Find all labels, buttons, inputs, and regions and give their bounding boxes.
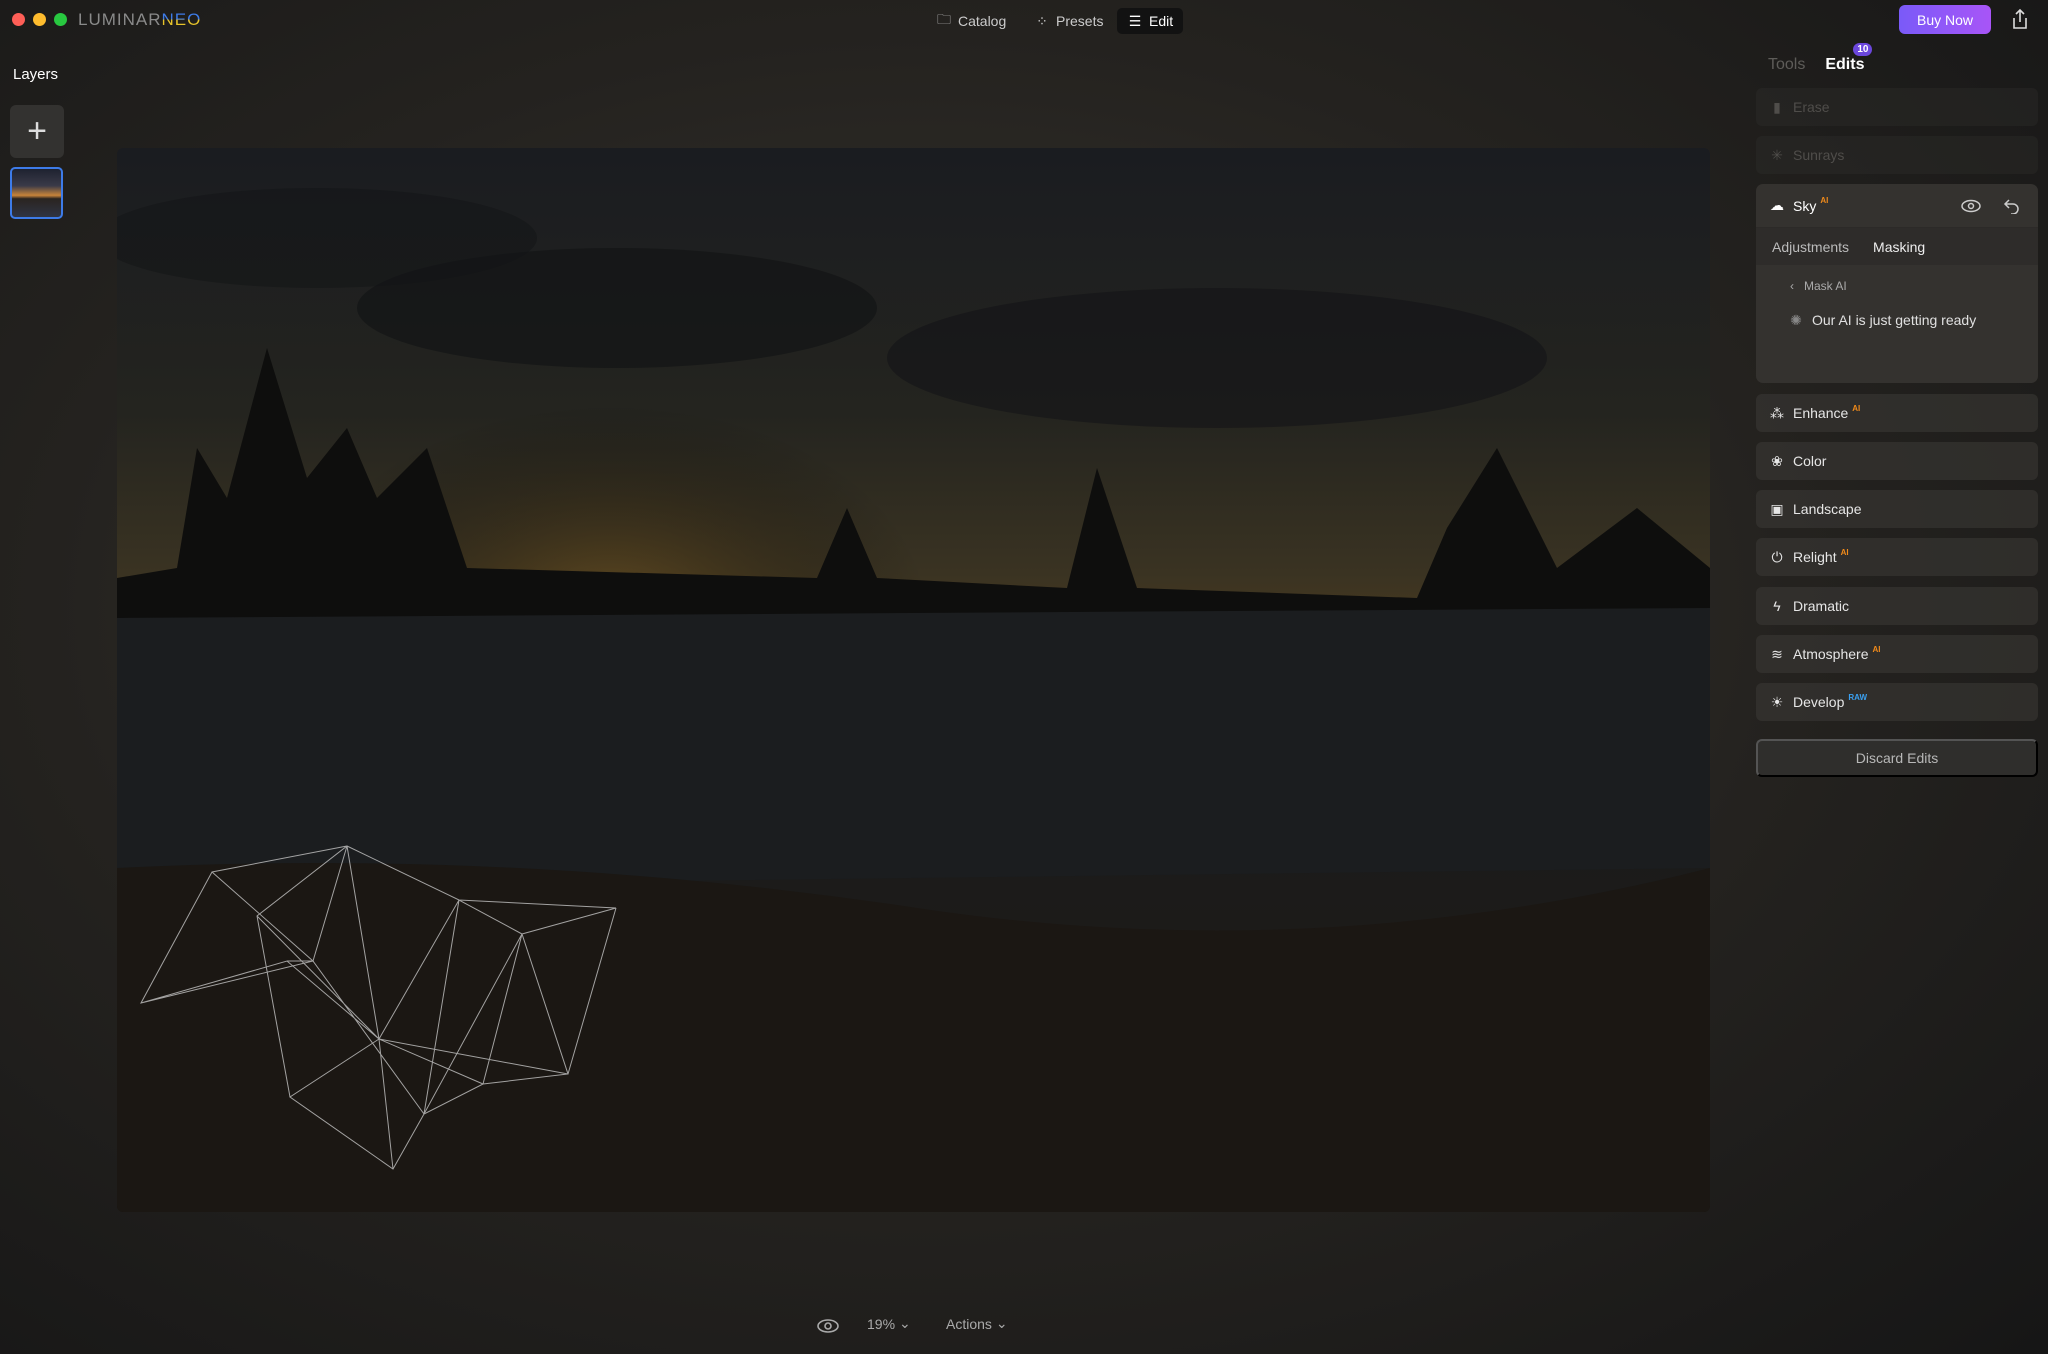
edit-item-erase[interactable]: ▮ Erase (1756, 88, 2038, 126)
enhance-icon: ⁂ (1770, 404, 1784, 421)
tab-edits[interactable]: Edits 10 (1825, 43, 1873, 74)
ai-status-text: Our AI is just getting ready (1812, 312, 1977, 328)
item-label: Atmosphere (1793, 646, 1869, 662)
add-layer-button[interactable]: + (10, 105, 64, 158)
sky-tool-card: ☁ Sky AI Adjustments Masking ‹ Mask AI ✺… (1756, 184, 2038, 383)
actions-label: Actions (946, 1315, 992, 1332)
edit-item-relight[interactable]: ⏻ Relight AI (1756, 538, 2038, 576)
close-window-button[interactable] (12, 13, 25, 26)
tab-masking[interactable]: Masking (1873, 239, 1925, 255)
ai-badge: AI (1840, 547, 1849, 557)
buy-now-button[interactable]: Buy Now (1899, 5, 1991, 34)
edit-item-develop[interactable]: ☀ Develop RAW (1756, 683, 2038, 721)
item-label: Develop (1793, 694, 1845, 710)
nav-catalog[interactable]: 🗀 Catalog (926, 8, 1016, 34)
ai-badge: AI (1872, 644, 1881, 654)
edits-count-badge: 10 (1853, 43, 1873, 56)
zoom-dropdown[interactable]: 19% ⌄ (867, 1315, 911, 1332)
nav-label: Edit (1149, 13, 1174, 29)
sliders-icon: ☰ (1128, 12, 1142, 29)
preview-eye-icon[interactable] (817, 1318, 839, 1334)
lightning-icon: ϟ (1773, 598, 1781, 614)
minimize-window-button[interactable] (33, 13, 46, 26)
edit-item-dramatic[interactable]: ϟ Dramatic (1756, 587, 2038, 625)
atmosphere-icon: ≋ (1771, 645, 1783, 662)
cloud-icon: ☁ (1770, 197, 1784, 213)
share-icon[interactable] (2010, 8, 2030, 30)
actions-dropdown[interactable]: Actions ⌄ (946, 1315, 1008, 1332)
logo-text: LUMINAR (78, 10, 162, 29)
color-icon: ❀ (1771, 452, 1783, 469)
sunrays-icon: ✳ (1771, 146, 1783, 163)
logo-accent: NEO (161, 10, 202, 29)
photo-canvas[interactable] (117, 148, 1710, 1212)
layers-title: Layers (13, 66, 59, 83)
sky-header[interactable]: ☁ Sky AI (1756, 184, 2038, 228)
item-label: Enhance (1793, 405, 1849, 421)
item-label: Relight (1793, 549, 1837, 565)
item-label: Sunrays (1793, 147, 1845, 163)
mask-ai-back-button[interactable]: ‹ Mask AI (1790, 279, 2038, 293)
edit-item-enhance[interactable]: ⁂ Enhance AI (1756, 394, 2038, 432)
nav-label: Catalog (958, 13, 1007, 29)
spinner-icon: ✺ (1790, 311, 1802, 328)
eye-icon[interactable] (1961, 199, 1981, 213)
edit-item-color[interactable]: ❀ Color (1756, 442, 2038, 480)
tab-edits-label: Edits (1825, 56, 1865, 73)
sparkle-icon: ⁘ (1036, 12, 1048, 29)
relight-icon: ⏻ (1771, 548, 1783, 565)
undo-icon[interactable] (2003, 198, 2021, 214)
top-bar: LUMINARNEO 🗀 Catalog ⁘ Presets ☰ Edit Buy N… (0, 0, 2048, 38)
zoom-value: 19% (867, 1315, 896, 1332)
edit-item-landscape[interactable]: ▣ Landscape (1756, 490, 2038, 528)
edit-item-atmosphere[interactable]: ≋ Atmosphere AI (1756, 635, 2038, 673)
nav-edit[interactable]: ☰ Edit (1117, 8, 1184, 34)
ai-badge: AI (1852, 403, 1861, 413)
ai-badge: AI (1820, 196, 1829, 205)
mask-ai-label: Mask AI (1804, 279, 1847, 293)
chevron-left-icon: ‹ (1790, 279, 1804, 293)
item-label: Dramatic (1793, 598, 1850, 614)
layer-thumbnail[interactable] (10, 167, 63, 219)
edit-item-sunrays[interactable]: ✳ Sunrays (1756, 136, 2038, 174)
discard-edits-button[interactable]: Discard Edits (1756, 739, 2038, 777)
eraser-icon: ▮ (1773, 98, 1781, 115)
tab-tools[interactable]: Tools (1768, 56, 1805, 74)
chevron-down-icon: ⌄ (899, 1315, 911, 1331)
app-logo: LUMINARNEO (78, 10, 201, 30)
raw-badge: RAW (1848, 692, 1868, 702)
item-label: Landscape (1793, 501, 1862, 517)
develop-icon: ☀ (1770, 693, 1784, 710)
nav-label: Presets (1056, 13, 1104, 29)
folder-icon: 🗀 (937, 11, 951, 27)
maximize-window-button[interactable] (54, 13, 67, 26)
landscape-icon: ▣ (1770, 500, 1784, 517)
nav-presets[interactable]: ⁘ Presets (1024, 8, 1113, 34)
item-label: Erase (1793, 99, 1830, 115)
tab-adjustments[interactable]: Adjustments (1772, 239, 1849, 255)
chevron-down-icon: ⌄ (995, 1315, 1008, 1331)
sky-label: Sky (1793, 197, 1817, 214)
item-label: Color (1793, 453, 1827, 469)
